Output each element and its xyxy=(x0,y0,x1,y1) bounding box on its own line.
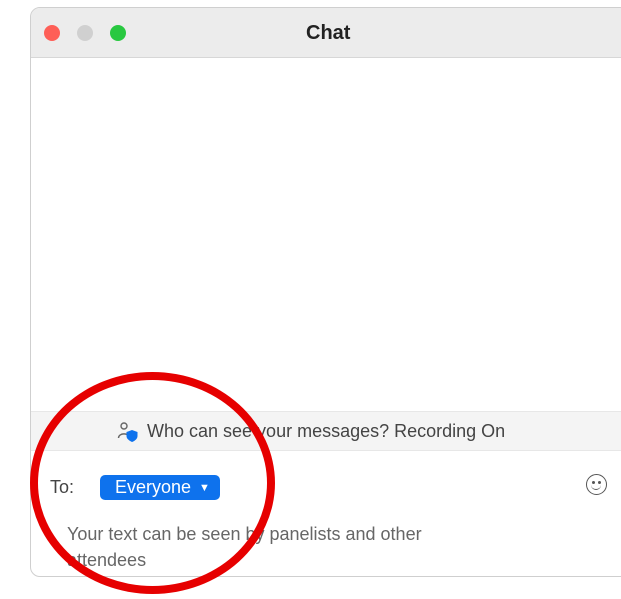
recipient-label: Everyone xyxy=(115,477,192,497)
window-title: Chat xyxy=(306,22,351,44)
minimize-window-button[interactable] xyxy=(77,25,93,41)
title-bar: Chat xyxy=(31,8,621,58)
recipient-dropdown[interactable]: Everyone ▼ xyxy=(100,475,220,500)
close-window-button[interactable] xyxy=(44,25,60,41)
message-list[interactable] xyxy=(31,58,621,411)
to-label: To: xyxy=(50,477,75,497)
people-shield-icon xyxy=(117,422,138,442)
emoji-button[interactable] xyxy=(586,474,607,495)
chevron-down-icon: ▼ xyxy=(199,481,210,494)
message-input[interactable]: Your text can be seen by panelists and o… xyxy=(67,521,487,573)
privacy-bar[interactable]: Who can see your messages? Recording On xyxy=(31,411,621,451)
chat-window: Chat Who can see your messages? Recordin… xyxy=(30,7,621,577)
zoom-window-button[interactable] xyxy=(110,25,126,41)
privacy-text: Who can see your messages? Recording On xyxy=(147,421,506,441)
